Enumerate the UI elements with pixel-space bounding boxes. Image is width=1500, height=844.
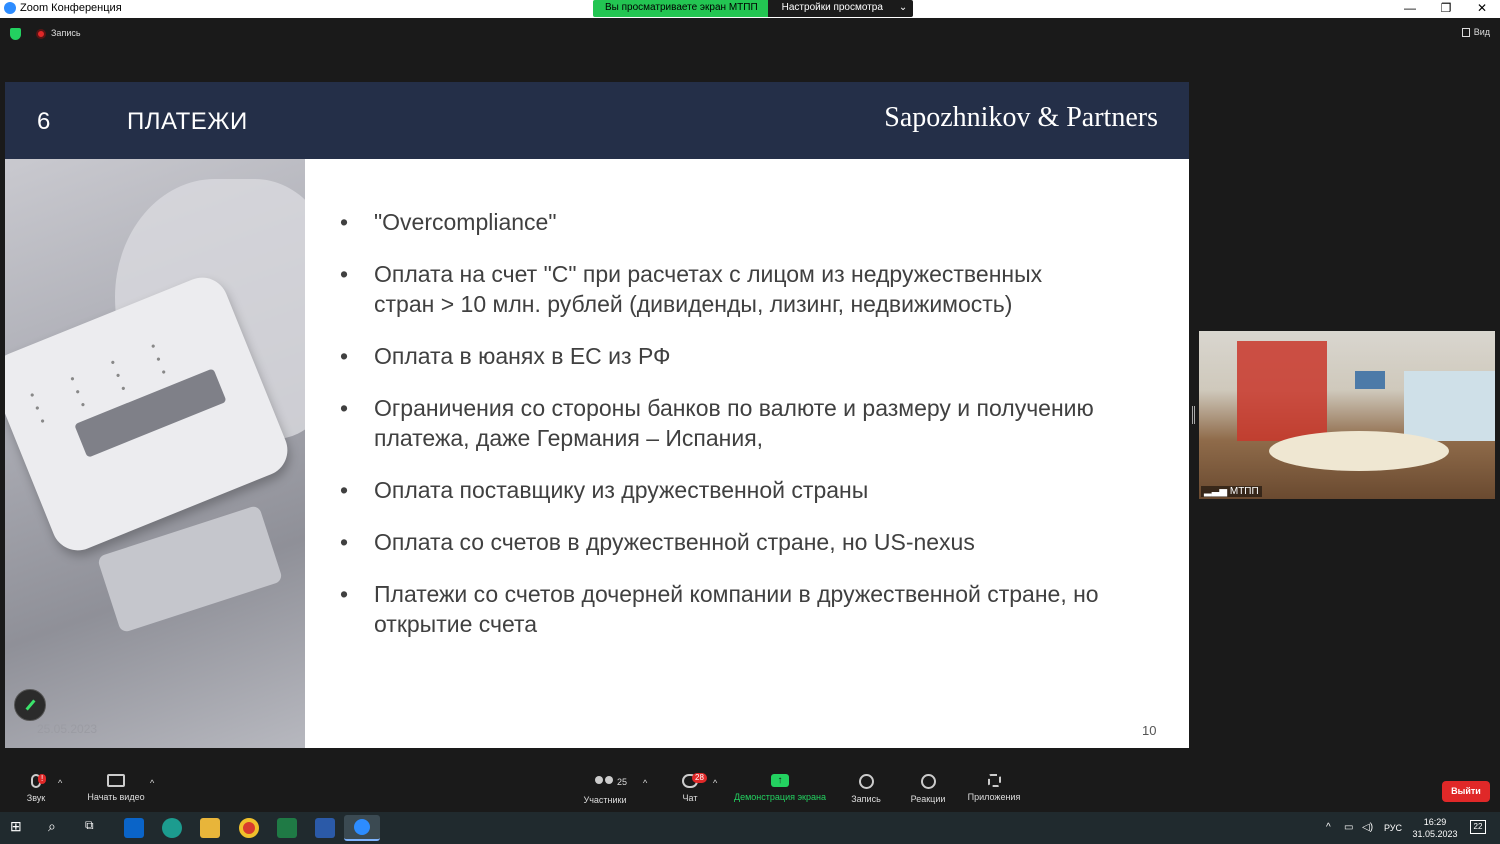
zoom-logo-icon	[4, 2, 16, 14]
audio-options-caret[interactable]: ^	[58, 778, 62, 788]
grid-icon	[1461, 27, 1470, 37]
record-label: Запись	[851, 794, 881, 804]
brand-logo: Sapozhnikov & Partners	[884, 102, 1158, 133]
slide-page-number: 10	[1142, 723, 1157, 738]
bullet-item: Оплата на счет "С" при расчетах с лицом …	[340, 259, 1100, 319]
payment-terminal-photo: • • • • • • • • • • • •	[5, 159, 305, 748]
photo-date: 25.05.2023	[37, 722, 98, 736]
participant-video-tile[interactable]	[1199, 331, 1495, 499]
task-view-icon[interactable]: ⧉	[85, 818, 105, 838]
input-language[interactable]: РУС	[1384, 823, 1402, 833]
chat-options-caret[interactable]: ^	[713, 778, 717, 788]
start-video-label: Начать видео	[87, 792, 145, 802]
share-screen-label: Демонстрация экрана	[734, 792, 826, 802]
participants-label: Участники	[583, 795, 627, 805]
restore-button[interactable]: ❐	[1428, 0, 1464, 18]
shield-icon[interactable]	[10, 28, 21, 40]
share-screen-button[interactable]: ↑ Демонстрация экрана	[730, 774, 830, 802]
outlook-icon[interactable]	[124, 818, 144, 838]
pencil-icon	[24, 699, 36, 711]
record-icon	[858, 774, 874, 789]
slide-header: 6 ПЛАТЕЖИ Sapozhnikov & Partners	[5, 82, 1189, 159]
participants-count: 25	[617, 777, 628, 787]
video-options-caret[interactable]: ^	[150, 778, 154, 788]
chevron-down-icon: ⌄	[898, 2, 908, 13]
bullet-item: Оплата со счетов в дружественной стране,…	[340, 527, 1100, 557]
leave-meeting-button[interactable]: Выйти	[1442, 781, 1490, 802]
participant-name-text: МТПП	[1229, 486, 1259, 497]
video-off-icon	[107, 774, 125, 787]
reactions-label: Реакции	[910, 794, 946, 804]
volume-icon[interactable]: ◁)	[1362, 822, 1373, 833]
record-button[interactable]: Запись	[846, 774, 886, 804]
share-screen-icon: ↑	[771, 774, 789, 787]
room-window-shape	[1404, 371, 1495, 441]
reactions-button[interactable]: Реакции	[906, 774, 950, 804]
smiley-icon	[920, 774, 936, 789]
panel-resize-handle[interactable]	[1192, 406, 1195, 424]
clock[interactable]: 16:29 31.05.2023	[1410, 816, 1460, 840]
viewing-screen-label: Вы просматриваете экран МТПП	[593, 0, 768, 17]
conference-banner-shape	[1237, 341, 1327, 441]
clock-time: 16:29	[1423, 817, 1447, 827]
word-icon[interactable]	[315, 818, 335, 838]
search-icon[interactable]: ⌕	[48, 818, 68, 838]
shared-screen-slide: 6 ПЛАТЕЖИ Sapozhnikov & Partners • • • •…	[5, 82, 1189, 748]
chrome-icon[interactable]	[239, 818, 259, 838]
participant-name: ▂▃▅ МТПП	[1201, 486, 1262, 497]
meeting-top-bar: Запись Вид	[0, 18, 1500, 50]
chevron-up-icon[interactable]: ^	[1326, 822, 1331, 833]
annotate-pencil-button[interactable]	[14, 689, 46, 721]
bullet-item: Ограничения со стороны банков по валюте …	[340, 393, 1100, 453]
slide-bullet-list: "Overcompliance" Оплата на счет "С" при …	[340, 207, 1100, 661]
participants-icon	[593, 774, 617, 790]
bullet-item: Оплата в юанях в ЕС из РФ	[340, 341, 1100, 371]
file-explorer-icon[interactable]	[200, 818, 220, 838]
audio-label: Звук	[26, 793, 46, 803]
participants-button[interactable]: 25 Участники	[580, 774, 630, 805]
slide-title: ПЛАТЕЖИ	[127, 108, 248, 135]
slide-section-number: 6	[37, 108, 51, 135]
window-title: Zoom Конференция	[20, 2, 122, 14]
start-video-button[interactable]: Начать видео	[84, 774, 148, 802]
edge-icon[interactable]	[162, 818, 182, 838]
meeting-toolbar: ! Звук ^ Начать видео ^ 25 Участники ^ 2…	[0, 766, 1500, 812]
audio-button[interactable]: ! Звук	[22, 774, 50, 803]
window-title-bar: Zoom Конференция Вы просматриваете экран…	[0, 0, 1500, 18]
apps-label: Приложения	[967, 792, 1021, 802]
minimize-button[interactable]: —	[1392, 0, 1428, 18]
app-title: Zoom Конференция	[4, 2, 122, 14]
audio-warning-badge: !	[38, 774, 47, 784]
bullet-item: "Overcompliance"	[340, 207, 1100, 237]
view-label: Вид	[1473, 27, 1490, 37]
notifications-icon[interactable]: 22	[1470, 820, 1486, 834]
screen-share-banner: Вы просматриваете экран МТПП Настройки п…	[593, 0, 914, 17]
view-button[interactable]: Вид	[1461, 27, 1490, 37]
bullet-item: Оплата поставщику из дружественной стран…	[340, 475, 1100, 505]
chat-label: Чат	[682, 793, 698, 803]
view-options-label: Настройки просмотра	[781, 2, 883, 13]
os-taskbar: ⊞ ⌕ ⧉ ^ ▭ ◁) РУС 16:29 31.05.2023 22	[0, 812, 1500, 844]
network-icon[interactable]: ▭	[1344, 822, 1353, 833]
participants-options-caret[interactable]: ^	[643, 778, 647, 788]
room-screen-shape	[1355, 371, 1385, 389]
zoom-taskbar-icon[interactable]	[344, 815, 380, 841]
clock-date: 31.05.2023	[1412, 829, 1458, 839]
bullet-item: Платежи со счетов дочерней компании в др…	[340, 579, 1100, 639]
windows-start-icon[interactable]: ⊞	[10, 818, 30, 838]
chat-button[interactable]: 28 Чат	[676, 773, 707, 803]
close-button[interactable]: ✕	[1464, 0, 1500, 18]
excel-icon[interactable]	[277, 818, 297, 838]
view-options-button[interactable]: Настройки просмотра ⌄	[767, 0, 914, 17]
conference-table-shape	[1269, 431, 1449, 471]
apps-icon	[987, 774, 1001, 787]
window-controls: — ❐ ✕	[1392, 0, 1500, 18]
apps-button[interactable]: Приложения	[964, 774, 1024, 802]
recording-icon	[36, 29, 46, 39]
recording-label: Запись	[51, 28, 81, 38]
chat-unread-badge: 28	[692, 773, 707, 783]
